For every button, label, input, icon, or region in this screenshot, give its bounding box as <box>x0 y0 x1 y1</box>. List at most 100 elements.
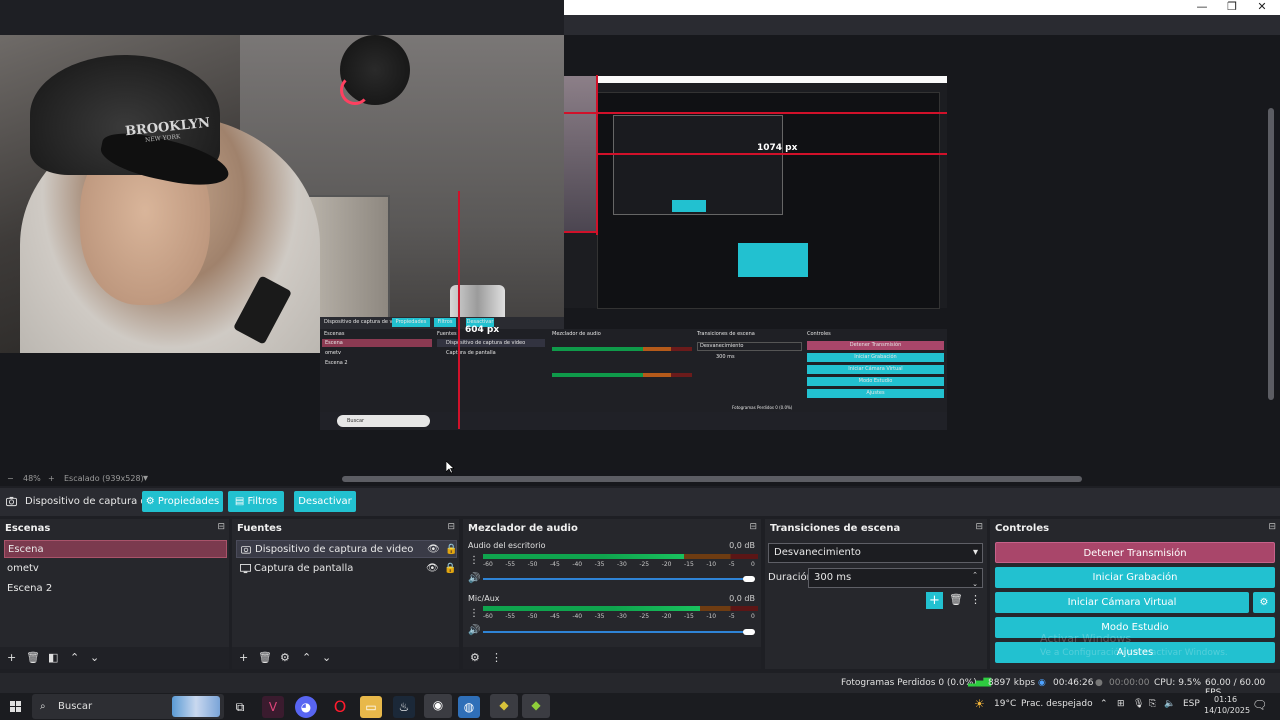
app-icon-layers-2[interactable]: ◆ <box>522 694 550 718</box>
move-down-icon[interactable]: ⌄ <box>322 651 331 664</box>
add-scene-icon[interactable]: + <box>7 651 16 664</box>
meter-scale-label: -30 <box>617 613 627 620</box>
scene-item[interactable]: Escena <box>4 540 227 558</box>
meter-scale-label: 0 <box>751 561 755 568</box>
obs-icon[interactable]: ◉ <box>424 694 452 718</box>
maximize-button[interactable]: ❐ <box>1217 0 1247 15</box>
visibility-eye-icon[interactable]: 👁 <box>426 560 439 578</box>
mixer-footer: ⚙ ⋮ <box>463 647 761 669</box>
move-up-icon[interactable]: ⌃ <box>70 651 79 664</box>
volume-knob[interactable] <box>743 629 755 635</box>
preview-canvas[interactable]: BROOKLYN NEW YORK 1074 px Dispositivo de… <box>0 35 1280 472</box>
chevron-up-icon[interactable]: ⌃ <box>1100 699 1108 709</box>
app-icon-layers[interactable]: ◆ <box>490 694 518 718</box>
app-icon-blue[interactable]: ◍ <box>458 696 480 718</box>
steam-icon[interactable]: ♨ <box>393 696 415 718</box>
notifications-icon[interactable]: 🗨 <box>1252 698 1267 712</box>
taskbar-search[interactable]: ⌕ Buscar <box>32 694 224 719</box>
transition-menu-icon[interactable]: ⋮ <box>970 593 981 606</box>
task-view-icon[interactable]: ⧉ <box>229 696 251 718</box>
properties-button[interactable]: ⚙ Propiedades <box>142 491 223 512</box>
meter-scale-label: -5 <box>728 613 735 620</box>
nested-ctrl-button: Ajustes <box>807 389 944 398</box>
opera-icon[interactable]: O <box>329 696 351 718</box>
zoom-in-button[interactable]: + <box>48 474 55 483</box>
visibility-eye-icon[interactable]: 👁 <box>427 541 440 559</box>
bitrate: 8897 kbps <box>988 678 1036 688</box>
remove-scene-icon[interactable]: 🗑 <box>26 651 40 664</box>
preview-horizontal-scrollbar[interactable] <box>342 476 1082 482</box>
minimize-button[interactable]: — <box>1187 0 1217 15</box>
scene-item[interactable]: ometv <box>4 560 227 578</box>
meter-fill <box>483 606 701 611</box>
stop-stream-button[interactable]: Detener Transmisión <box>995 542 1275 563</box>
advanced-audio-icon[interactable]: ⚙ <box>470 651 480 664</box>
filters-button[interactable]: ▤ Filtros <box>228 491 284 512</box>
transition-select[interactable]: Desvanecimiento ▾ <box>768 543 983 563</box>
virtual-camera-settings-button[interactable]: ⚙ <box>1253 592 1275 613</box>
dock-menu-icon[interactable]: ⊟ <box>1268 522 1276 532</box>
move-down-icon[interactable]: ⌄ <box>90 651 99 664</box>
duration-input[interactable]: 300 ms ⌃ ⌄ <box>808 568 983 588</box>
windows-start-icon[interactable] <box>10 701 21 712</box>
weather-text[interactable]: Prac. despejado <box>1021 699 1093 709</box>
nested-search: Buscar <box>337 415 430 427</box>
add-transition-button[interactable]: + <box>926 592 943 609</box>
audio-meter <box>483 554 758 559</box>
channel-menu-icon[interactable]: ⋮ <box>469 555 479 566</box>
file-explorer-icon[interactable]: ▭ <box>360 696 382 718</box>
scaling-dropdown[interactable]: ▾ <box>143 473 148 484</box>
clock-time[interactable]: 01:16 <box>1214 695 1237 704</box>
sources-dock: Fuentes ⊟ Dispositivo de captura de vide… <box>232 519 459 669</box>
source-settings-icon[interactable]: ⚙ <box>280 651 290 664</box>
screen-capture-source[interactable] <box>564 76 947 309</box>
mixer-menu-icon[interactable]: ⋮ <box>491 651 502 664</box>
dock-menu-icon[interactable]: ⊟ <box>217 522 225 532</box>
clock-date[interactable]: 14/10/2025 <box>1204 706 1250 715</box>
webcam-feed[interactable]: BROOKLYN NEW YORK <box>0 35 564 353</box>
discord-icon[interactable]: ◕ <box>295 696 317 718</box>
lock-icon[interactable]: 🔒 <box>444 560 456 578</box>
speaker-icon[interactable]: 🔊 <box>468 573 480 584</box>
move-up-icon[interactable]: ⌃ <box>302 651 311 664</box>
add-source-icon[interactable]: + <box>239 651 248 664</box>
lock-icon[interactable]: 🔒 <box>445 541 457 559</box>
start-virtual-camera-button[interactable]: Iniciar Cámara Virtual <box>995 592 1249 613</box>
start-recording-button[interactable]: Iniciar Grabación <box>995 567 1275 588</box>
spin-down-icon[interactable]: ⌄ <box>972 575 978 593</box>
meter-scale-label: -5 <box>728 561 735 568</box>
app-icon-vectorworks[interactable]: V <box>262 696 284 718</box>
speaker-icon[interactable]: 🔊 <box>468 625 480 636</box>
sources-footer: + 🗑 ⚙ ⌃ ⌄ <box>232 647 459 669</box>
nested-meter <box>552 347 692 351</box>
transitions-title: Transiciones de escena <box>770 523 901 534</box>
channel-menu-icon[interactable]: ⋮ <box>469 608 479 619</box>
dock-menu-icon[interactable]: ⊟ <box>749 522 757 532</box>
audio-meter <box>483 606 758 611</box>
transition-selected: Desvanecimiento <box>774 547 861 558</box>
weather-temp[interactable]: 19°C <box>994 699 1016 709</box>
source-item[interactable]: Captura de pantalla 👁 🔒 <box>236 560 457 578</box>
language-indicator[interactable]: ESP <box>1183 699 1200 709</box>
webcam-ring-light <box>340 75 370 105</box>
preview-vertical-scrollbar[interactable] <box>1268 108 1274 400</box>
meter-scale-label: -45 <box>550 613 560 620</box>
volume-knob[interactable] <box>743 576 755 582</box>
tray-app-icon[interactable]: ⊞ <box>1117 699 1125 709</box>
scene-item[interactable]: Escena 2 <box>4 580 227 598</box>
close-button[interactable]: ✕ <box>1247 0 1277 15</box>
filter-scene-icon[interactable]: ◧ <box>48 651 58 664</box>
studio-mode-button[interactable]: Modo Estudio <box>995 617 1275 638</box>
zoom-out-button[interactable]: − <box>7 474 14 483</box>
dock-menu-icon[interactable]: ⊟ <box>975 522 983 532</box>
remove-transition-icon[interactable]: 🗑 <box>949 593 963 606</box>
volume-slider[interactable] <box>483 631 753 633</box>
dock-menu-icon[interactable]: ⊟ <box>447 522 455 532</box>
source-item[interactable]: Dispositivo de captura de video 👁 🔒 <box>236 540 457 558</box>
volume-slider[interactable] <box>483 578 753 580</box>
microphone-icon[interactable]: 🎙 <box>1133 699 1144 709</box>
network-icon[interactable]: ⎘ <box>1149 699 1156 709</box>
deactivate-button[interactable]: Desactivar <box>294 491 356 512</box>
volume-icon[interactable]: 🔈 <box>1164 699 1175 709</box>
remove-source-icon[interactable]: 🗑 <box>258 651 272 664</box>
